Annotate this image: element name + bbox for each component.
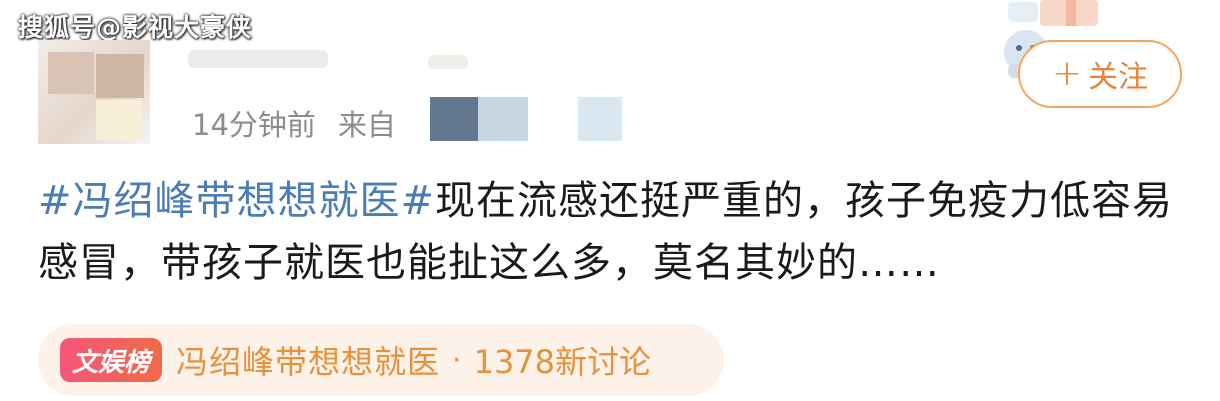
follow-button[interactable]: + 关注 — [1018, 40, 1182, 108]
ranking-badge: 文娱榜 — [60, 338, 163, 382]
post-content: #冯绍峰带想想就医#现在流感还挺严重的，孩子免疫力低容易感冒，带孩子就医也能扯这… — [38, 170, 1188, 294]
source-blurred — [578, 97, 622, 141]
topic-pill[interactable]: 文娱榜 冯绍峰带想想就医 · 1378新讨论 — [38, 324, 724, 396]
source-blurred — [478, 97, 528, 141]
topic-separator: · — [452, 342, 462, 378]
user-badge-blurred — [428, 55, 468, 69]
topic-name: 冯绍峰带想想就医 — [176, 343, 441, 381]
post-time: 14分钟前 — [192, 108, 316, 142]
username-blurred[interactable] — [188, 50, 328, 68]
follow-label: 关注 — [1088, 60, 1149, 95]
plus-icon: + — [1051, 53, 1083, 94]
source-blurred — [430, 97, 478, 141]
watermark: 搜狐号@影视大豪侠 — [18, 13, 253, 42]
post-meta: 14分钟前 来自 — [192, 102, 396, 144]
avatar[interactable] — [38, 40, 150, 144]
topic-count: 1378新讨论 — [473, 343, 652, 381]
hashtag-link[interactable]: #冯绍峰带想想就医# — [38, 178, 435, 224]
post-source-label: 来自 — [337, 108, 396, 142]
